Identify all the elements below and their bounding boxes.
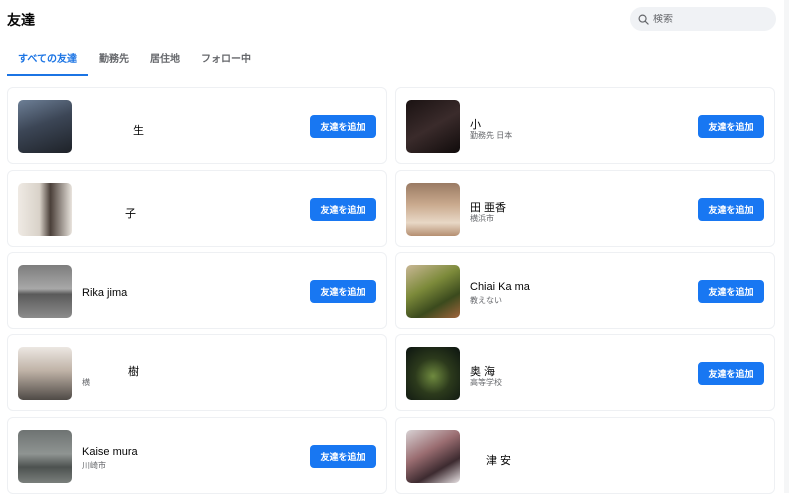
friend-photo[interactable] [18, 347, 72, 400]
tab-all-friends[interactable]: すべての友達 [7, 38, 88, 76]
friend-card: Rika jima 友達を追加 [7, 252, 387, 329]
friend-subtitle: 横 [82, 378, 90, 387]
friend-subtitle: 教えない [470, 296, 502, 305]
friend-photo[interactable] [406, 265, 460, 318]
friend-name[interactable]: Kaise mura [82, 446, 138, 458]
add-friend-button[interactable]: 友達を追加 [310, 198, 376, 221]
friend-card: 奥 海 高等学校 友達を追加 [395, 334, 775, 411]
friend-card: Chiai Ka ma 教えない 友達を追加 [395, 252, 775, 329]
add-friend-button[interactable]: 友達を追加 [310, 280, 376, 303]
friend-subtitle: 勤務先 日本 [470, 131, 513, 140]
search-icon [638, 14, 649, 25]
add-friend-button[interactable]: 友達を追加 [698, 198, 764, 221]
tab-workplace[interactable]: 勤務先 [94, 38, 134, 76]
page-title: 友達 [7, 12, 35, 28]
friend-photo[interactable] [406, 430, 460, 483]
page-header: 友達 [0, 0, 789, 38]
friend-name[interactable]: 樹 [128, 363, 139, 379]
search-box[interactable] [630, 7, 776, 31]
friend-card: 津 安 [395, 417, 775, 494]
friend-card: 小 勤務先 日本 友達を追加 [395, 87, 775, 164]
friend-tabs: すべての友達 勤務先 居住地 フォロー中 [0, 38, 789, 76]
friend-photo[interactable] [406, 100, 460, 153]
friend-subtitle: 川崎市 [82, 461, 106, 470]
friend-name[interactable]: 津 安 [486, 452, 511, 468]
friend-name[interactable]: 生 [133, 122, 144, 138]
friend-card: 田 亜香 横浜市 友達を追加 [395, 170, 775, 247]
friend-photo[interactable] [406, 183, 460, 236]
search-input[interactable] [653, 13, 763, 25]
friend-name[interactable]: Rika jima [82, 287, 127, 299]
tab-residence[interactable]: 居住地 [145, 38, 185, 76]
friend-photo[interactable] [18, 430, 72, 483]
friend-photo[interactable] [18, 265, 72, 318]
add-friend-button[interactable]: 友達を追加 [698, 115, 764, 138]
add-friend-button[interactable]: 友達を追加 [310, 115, 376, 138]
add-friend-button[interactable]: 友達を追加 [698, 280, 764, 303]
friend-name[interactable]: Chiai Ka ma [470, 281, 530, 293]
friend-card: Kaise mura 川崎市 友達を追加 [7, 417, 387, 494]
friend-photo[interactable] [18, 183, 72, 236]
friend-name[interactable]: 子 [125, 205, 136, 221]
friend-card: 樹 横 [7, 334, 387, 411]
friend-photo[interactable] [406, 347, 460, 400]
friend-card: 子 友達を追加 [7, 170, 387, 247]
tab-following[interactable]: フォロー中 [197, 38, 255, 76]
friend-subtitle: 横浜市 [470, 214, 494, 223]
add-friend-button[interactable]: 友達を追加 [310, 445, 376, 468]
friend-photo[interactable] [18, 100, 72, 153]
friend-card: 生 友達を追加 [7, 87, 387, 164]
friend-subtitle: 高等学校 [470, 378, 502, 387]
friends-grid: 生 友達を追加 小 勤務先 日本 友達を追加 子 友達を追加 田 亜香 横浜市 … [0, 84, 789, 494]
page-scrollbar[interactable] [784, 0, 789, 493]
add-friend-button[interactable]: 友達を追加 [698, 362, 764, 385]
